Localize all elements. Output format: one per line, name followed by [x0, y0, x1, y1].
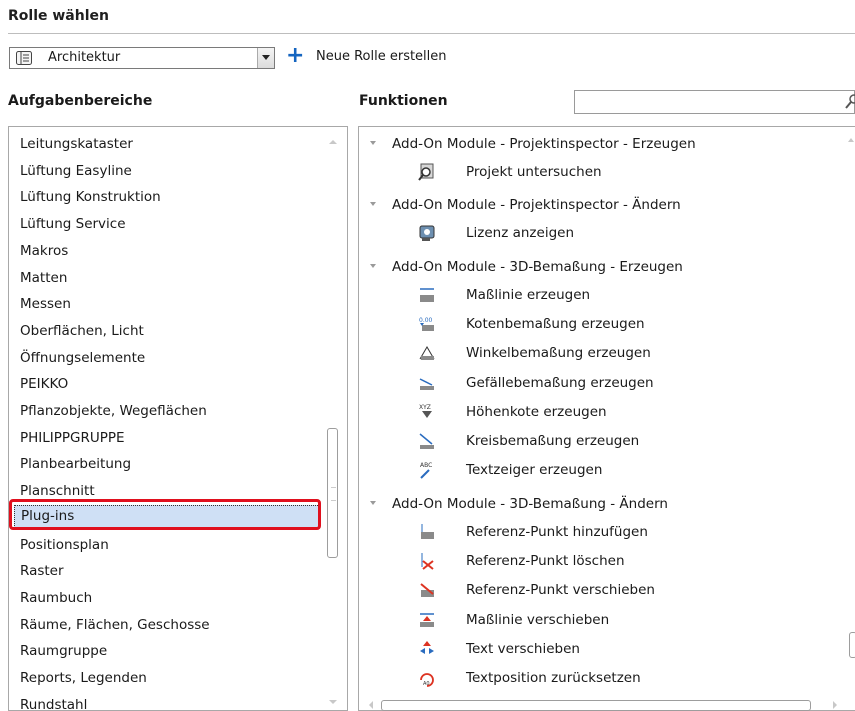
funktionen-header: Funktionen: [359, 93, 448, 109]
list-item[interactable]: Rundstahl: [20, 692, 87, 710]
tree-item[interactable]: Referenz-Punkt hinzufügen: [359, 518, 839, 547]
list-item[interactable]: Makros: [20, 238, 68, 264]
list-item[interactable]: Lüftung Service: [20, 211, 126, 237]
list-item[interactable]: Messen: [20, 291, 71, 317]
role-select[interactable]: Architektur: [9, 47, 275, 69]
text-pointer-icon: ABC: [420, 462, 432, 480]
scrollbar-thumb[interactable]: [327, 428, 338, 558]
role-select-value: Architektur: [48, 50, 121, 65]
list-item[interactable]: PEIKKO: [20, 371, 68, 397]
h-scrollbar-thumb[interactable]: [381, 700, 811, 711]
plus-icon[interactable]: +: [286, 45, 304, 67]
tree-item[interactable]: Maßlinie verschieben: [359, 606, 839, 635]
list-item[interactable]: PHILIPPGRUPPE: [20, 425, 125, 451]
list-item[interactable]: Raster: [20, 558, 64, 584]
text-reset-icon: A0: [420, 673, 434, 687]
chevron-down-icon[interactable]: [370, 500, 376, 505]
tree-item-label: Lizenz anzeigen: [466, 225, 574, 242]
list-item[interactable]: Öffnungselemente: [20, 345, 145, 371]
tree-item-label: Referenz-Punkt verschieben: [466, 582, 655, 599]
list-item[interactable]: Pflanzobjekte, Wegeflächen: [20, 398, 207, 424]
tree-item[interactable]: Gefällebemaßung erzeugen: [359, 369, 839, 398]
dimension-line-move-icon: [420, 612, 434, 627]
section-divider: [8, 33, 855, 34]
project-inspect-icon: [418, 163, 434, 181]
aufgaben-header: Aufgabenbereiche: [8, 93, 153, 109]
role-section-title: Rolle wählen: [8, 8, 109, 24]
new-role-link[interactable]: Neue Rolle erstellen: [316, 49, 447, 64]
tree-item[interactable]: ABC Textzeiger erzeugen: [359, 456, 839, 485]
chevron-down-icon[interactable]: [370, 263, 376, 268]
height-marker-icon: XYZ: [419, 404, 432, 418]
funktionen-scrollbar[interactable]: [847, 132, 855, 692]
list-item[interactable]: Raumgruppe: [20, 638, 107, 664]
chevron-down-icon[interactable]: [370, 141, 376, 145]
funktionen-h-scrollbar[interactable]: [359, 697, 855, 711]
tree-item[interactable]: Projekt untersuchen: [359, 158, 839, 187]
tree-item[interactable]: XYZ Höhenkote erzeugen: [359, 398, 839, 427]
tree-item-label: Kreisbemaßung erzeugen: [466, 433, 640, 450]
ref-point-delete-icon: [421, 553, 434, 570]
list-item[interactable]: Reports, Legenden: [20, 665, 147, 691]
list-item[interactable]: Oberflächen, Licht: [20, 318, 144, 344]
list-item[interactable]: Räume, Flächen, Geschosse: [20, 612, 210, 638]
tree-item-label: Winkelbemaßung erzeugen: [466, 345, 651, 362]
list-item[interactable]: Planbearbeitung: [20, 451, 131, 477]
search-icon[interactable]: [845, 94, 855, 110]
tree-item-label: Referenz-Punkt hinzufügen: [466, 523, 648, 540]
tree-item[interactable]: 0.00 Kotenbemaßung erzeugen: [359, 310, 839, 339]
ref-point-move-icon: [420, 583, 434, 598]
angle-dimension-icon: [419, 346, 435, 361]
tree-group-title: Add-On Module - Projektinspector - Erzeu…: [392, 136, 696, 152]
list-item[interactable]: Positionsplan: [20, 532, 109, 558]
search-input[interactable]: [574, 90, 855, 114]
tree-item[interactable]: A0 Textposition zurücksetzen: [359, 664, 839, 693]
tree-item[interactable]: Winkelbemaßung erzeugen: [359, 339, 839, 368]
tree-item-label: Maßlinie verschieben: [466, 611, 610, 628]
aufgaben-scrollbar[interactable]: [325, 128, 342, 709]
list-item[interactable]: Raumbuch: [20, 585, 92, 611]
tree-item[interactable]: Kreisbemaßung erzeugen: [359, 427, 839, 456]
funktionen-tree[interactable]: Add-On Module - Projektinspector - Erzeu…: [358, 126, 855, 711]
text-move-icon: [420, 640, 434, 654]
list-item[interactable]: Lüftung Konstruktion: [20, 184, 161, 210]
tree-item[interactable]: Lizenz anzeigen: [359, 219, 839, 248]
list-item[interactable]: Leitungskataster: [20, 131, 133, 157]
svg-text:0.00: 0.00: [419, 317, 433, 324]
svg-text:A0: A0: [423, 681, 430, 687]
tree-item-label: Text verschieben: [466, 640, 580, 657]
tree-item[interactable]: Maßlinie erzeugen: [359, 281, 839, 310]
dimension-line-icon: [420, 287, 434, 302]
selection-highlight: [9, 499, 321, 530]
tree-item-label: Kotenbemaßung erzeugen: [466, 315, 645, 332]
license-icon: [419, 225, 435, 242]
list-item[interactable]: Lüftung Easyline: [20, 158, 132, 184]
tree-group-title: Add-On Module - 3D-Bemaßung - Ändern: [392, 495, 668, 512]
svg-text:XYZ: XYZ: [419, 404, 431, 411]
circle-dimension-icon: [419, 433, 434, 450]
list-item[interactable]: Matten: [20, 265, 67, 291]
tree-item[interactable]: Referenz-Punkt löschen: [359, 547, 839, 576]
tree-group-title: Add-On Module - 3D-Bemaßung - Erzeugen: [392, 258, 683, 275]
tree-item[interactable]: Text verschieben: [359, 635, 839, 664]
aufgaben-list[interactable]: Leitungskataster Lüftung Easyline Lüftung …: [8, 126, 348, 711]
slope-dimension-icon: [419, 377, 434, 390]
tree-item-label: Gefällebemaßung erzeugen: [466, 374, 654, 391]
tree-item[interactable]: Referenz-Punkt verschieben: [359, 576, 839, 605]
elevation-dimension-icon: 0.00: [419, 317, 434, 331]
chevron-down-icon[interactable]: [370, 202, 376, 207]
tree-item-label: Referenz-Punkt löschen: [466, 553, 625, 569]
chevron-down-icon[interactable]: [257, 48, 274, 68]
tree-item-label: Textzeiger erzeugen: [466, 462, 603, 479]
tree-item-label: Höhenkote erzeugen: [466, 403, 607, 420]
role-icon: [16, 51, 32, 65]
tree-group-title: Add-On Module - Projektinspector - Änder…: [392, 197, 681, 214]
ref-point-add-icon: [421, 523, 434, 539]
svg-text:ABC: ABC: [420, 462, 432, 469]
tree-item-label: Textposition zurücksetzen: [466, 670, 641, 687]
tree-item-label: Maßlinie erzeugen: [466, 286, 591, 303]
tree-item-label: Projekt untersuchen: [466, 164, 602, 180]
